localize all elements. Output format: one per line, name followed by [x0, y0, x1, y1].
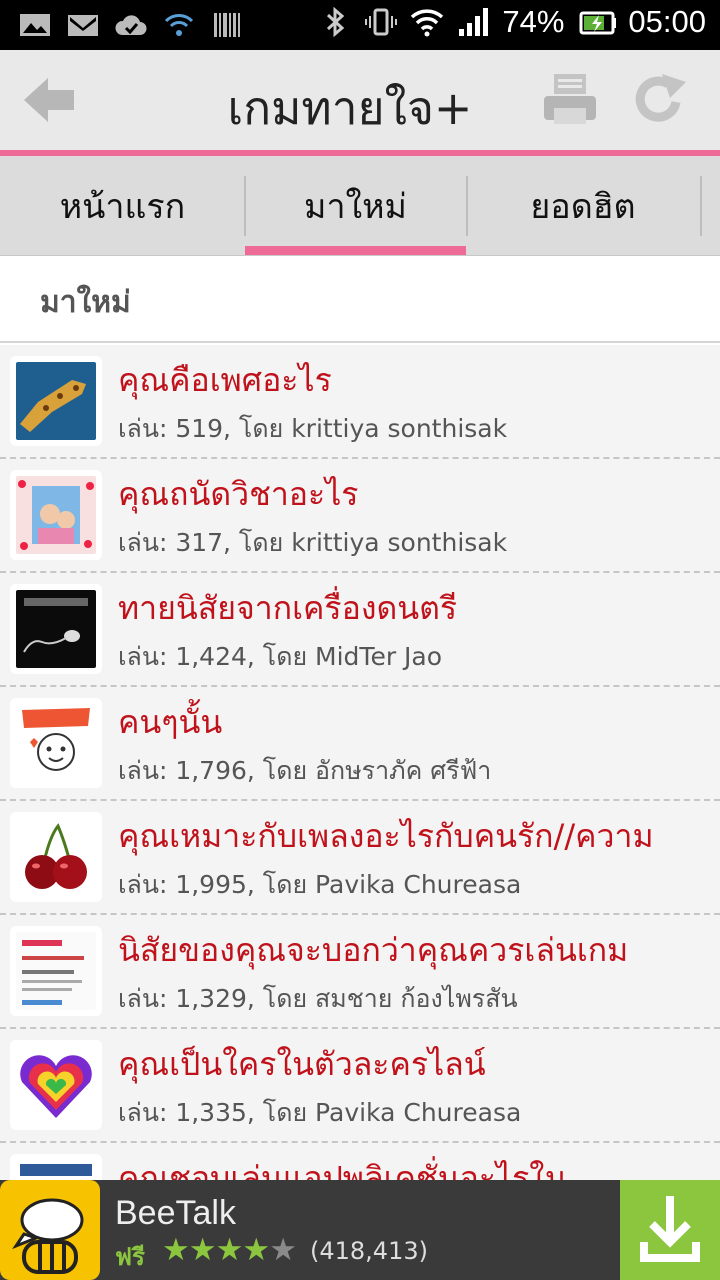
app-thumbnail-icon — [16, 1160, 96, 1180]
item-title: คุณถนัดวิชาอะไร — [118, 475, 359, 513]
bluetooth-icon — [327, 6, 345, 38]
item-meta: เล่น: 1,424, โดย MidTer Jao — [118, 642, 443, 671]
status-bar: 74% 05:00 — [0, 0, 720, 50]
tab-popular[interactable]: ยอดฮิต — [466, 156, 700, 256]
item-title: ทายนิสัยจากเครื่องดนตรี — [118, 589, 458, 627]
placeholder-thumbnail-icon — [16, 932, 96, 1010]
star-filled-icon: ★ — [215, 1232, 244, 1268]
ad-app-name: BeeTalk — [115, 1194, 236, 1232]
barcode-icon — [214, 13, 240, 37]
list-item[interactable]: นิสัยของคุณจะบอกว่าคุณควรเล่นเกม เล่น: 1… — [0, 915, 720, 1029]
item-meta: เล่น: 1,796, โดย อักษราภัค ศรีฟ้า — [118, 756, 492, 785]
sperm-thumbnail-icon — [16, 590, 96, 668]
giraffe-thumbnail-icon — [16, 362, 96, 440]
item-title: คุณเป็นใครในตัวละครไลน์ — [118, 1045, 486, 1083]
ad-rating-stars: ★★★★★ — [162, 1232, 297, 1268]
list-item[interactable]: ทายนิสัยจากเครื่องดนตรี เล่น: 1,424, โดย… — [0, 573, 720, 687]
tab-new[interactable]: มาใหม่ — [245, 156, 466, 256]
item-thumbnail — [10, 470, 102, 560]
list-item[interactable]: คุณเหมาะกับเพลงอะไรกับคนรัก//ความ เล่น: … — [0, 801, 720, 915]
back-button[interactable] — [22, 74, 78, 126]
item-title: คุณคือเพศอะไร — [118, 361, 332, 399]
ad-review-count: (418,413) — [310, 1237, 428, 1265]
cherries-thumbnail-icon — [16, 818, 96, 896]
list-item[interactable]: คุณเป็นใครในตัวละครไลน์ เล่น: 1,335, โดย… — [0, 1029, 720, 1143]
wifi-hotspot-icon — [164, 14, 194, 36]
battery-charging-icon — [579, 11, 617, 35]
item-title: คุณเหมาะกับเพลงอะไรกับคนรัก//ความ — [118, 817, 654, 855]
tab-divider — [700, 176, 702, 236]
cloud-check-icon — [115, 15, 147, 35]
print-button[interactable] — [540, 72, 600, 128]
item-title: คุณชอบเล่นแอปพลิเคชั่นอะไรใน — [118, 1159, 567, 1180]
list-item[interactable]: คนๆนั้น เล่น: 1,796, โดย อักษราภัค ศรีฟ้… — [0, 687, 720, 801]
beetalk-app-icon — [0, 1180, 100, 1280]
section-title: มาใหม่ — [40, 285, 131, 320]
item-meta: เล่น: 1,335, โดย Pavika Chureasa — [118, 1098, 522, 1127]
star-empty-icon: ★ — [269, 1232, 297, 1268]
item-thumbnail — [10, 926, 102, 1016]
item-thumbnail — [10, 356, 102, 446]
ad-banner[interactable]: BeeTalk ฟรี ★★★★★ (418,413) — [0, 1180, 720, 1280]
thank-you-sticker-icon — [16, 704, 96, 782]
star-filled-icon: ★ — [188, 1232, 217, 1268]
star-filled-icon: ★ — [162, 1232, 190, 1268]
ad-price: ฟรี — [115, 1243, 145, 1271]
list-item[interactable]: คุณชอบเล่นแอปพลิเคชั่นอะไรใน — [0, 1143, 720, 1180]
refresh-icon — [635, 74, 686, 122]
app-title: เกมทายใจ+ — [227, 81, 473, 135]
refresh-button[interactable] — [632, 72, 690, 128]
download-icon — [620, 1180, 720, 1280]
system-icons: 74% 05:00 — [318, 4, 706, 40]
item-title: นิสัยของคุณจะบอกว่าคุณควรเล่นเกม — [118, 931, 629, 969]
printer-icon — [544, 74, 596, 124]
tab-bar: หน้าแรก มาใหม่ ยอดฮิต — [0, 156, 720, 256]
battery-percent: 74% — [502, 4, 565, 39]
list-item[interactable]: คุณคือเพศอะไร เล่น: 519, โดย krittiya so… — [0, 345, 720, 459]
signal-icon — [459, 8, 489, 36]
wifi-icon — [411, 9, 444, 37]
star-filled-icon: ★ — [242, 1232, 270, 1268]
item-meta: เล่น: 1,995, โดย Pavika Chureasa — [118, 870, 522, 899]
back-arrow-icon — [24, 78, 74, 122]
item-thumbnail — [10, 1154, 102, 1180]
app-toolbar: เกมทายใจ+ — [0, 50, 720, 156]
section-header: มาใหม่ — [0, 257, 720, 343]
active-tab-indicator — [245, 246, 466, 255]
list-item[interactable]: คุณถนัดวิชาอะไร เล่น: 317, โดย krittiya … — [0, 459, 720, 573]
photo-thumbnail-icon — [16, 476, 96, 554]
item-thumbnail — [10, 812, 102, 902]
item-meta: เล่น: 519, โดย krittiya sonthisak — [118, 414, 508, 443]
notification-icons — [18, 8, 244, 42]
rainbow-heart-thumbnail-icon — [16, 1046, 96, 1124]
gmail-icon — [68, 15, 98, 36]
gallery-icon — [20, 14, 50, 36]
vibrate-icon — [365, 8, 398, 36]
quiz-list: คุณคือเพศอะไร เล่น: 519, โดย krittiya so… — [0, 345, 720, 1180]
tab-home[interactable]: หน้าแรก — [0, 156, 245, 256]
clock: 05:00 — [628, 4, 706, 39]
item-thumbnail — [10, 698, 102, 788]
item-meta: เล่น: 317, โดย krittiya sonthisak — [118, 528, 508, 557]
item-meta: เล่น: 1,329, โดย สมชาย ก้องไพรสัน — [118, 984, 518, 1013]
item-thumbnail — [10, 584, 102, 674]
item-title: คนๆนั้น — [118, 703, 223, 741]
item-thumbnail — [10, 1040, 102, 1130]
ad-download-button[interactable] — [620, 1180, 720, 1280]
